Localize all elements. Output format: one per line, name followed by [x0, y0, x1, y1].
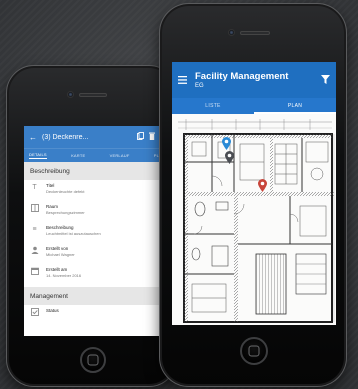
row-value: Michael Wagner	[46, 251, 75, 257]
app-title: Facility Management	[195, 70, 289, 82]
app-bar: ← (3) Deckenre... ×	[24, 126, 170, 148]
calendar-icon	[30, 267, 39, 276]
notes-icon: ≡	[32, 226, 37, 233]
detail-row-status[interactable]: Status	[24, 305, 170, 326]
earpiece-speaker	[240, 31, 270, 35]
front-camera	[67, 91, 74, 98]
row-value: Leuchtmittel ist auszutauschen	[46, 230, 101, 236]
detail-row-created-at[interactable]: Erstellt am 14. November 2016	[24, 264, 170, 285]
checkbox-icon	[30, 308, 39, 317]
detail-row-description[interactable]: ≡ Beschreibung Leuchtmittel ist auszutau…	[24, 222, 170, 243]
room-icon	[30, 204, 39, 213]
earpiece-speaker	[79, 93, 107, 97]
app-bar: Facility Management EG	[172, 62, 336, 98]
view-tabs: LISTE PLAN	[172, 98, 336, 114]
tab-details[interactable]: DETAILS	[29, 152, 47, 159]
detail-row-title[interactable]: T Titel Deckenleuchte defekt	[24, 180, 170, 201]
section-header-management: Management	[24, 287, 170, 305]
row-value: Besprechungszimmer	[46, 209, 85, 215]
back-phone: ← (3) Deckenre... × DETAILS KARTE VERLAU…	[6, 65, 177, 387]
back-arrow-icon[interactable]: ←	[29, 133, 37, 142]
floor-plan-drawing	[178, 119, 335, 323]
issue-pin-dark[interactable]	[225, 151, 234, 164]
floor-plan[interactable]	[172, 114, 336, 325]
menu-icon[interactable]	[178, 71, 187, 89]
detail-row-created-by[interactable]: Erstellt von Michael Wagner	[24, 243, 170, 264]
row-value: Deckenleuchte defekt	[46, 188, 85, 194]
delete-icon[interactable]	[149, 132, 156, 142]
home-button[interactable]	[240, 337, 268, 365]
detail-tabs: DETAILS KARTE VERLAUF PLAN	[24, 148, 170, 162]
tab-plan[interactable]: PLAN	[254, 98, 336, 114]
detail-row-room[interactable]: Raum Besprechungszimmer	[24, 201, 170, 222]
issue-pin-red[interactable]	[258, 179, 267, 192]
front-phone: Facility Management EG LISTE PLAN	[159, 3, 347, 387]
floor-subtitle: EG	[195, 82, 204, 89]
section-header-description: Beschreibung	[24, 162, 170, 180]
row-label: Status	[46, 308, 59, 313]
tab-history[interactable]: VERLAUF	[110, 153, 130, 158]
filter-icon[interactable]	[321, 71, 330, 89]
back-screen: ← (3) Deckenre... × DETAILS KARTE VERLAU…	[24, 126, 170, 336]
row-value: 14. November 2016	[46, 272, 82, 278]
front-screen: Facility Management EG LISTE PLAN	[172, 62, 336, 325]
front-camera	[228, 29, 235, 36]
person-icon	[30, 246, 39, 255]
home-button[interactable]	[80, 347, 106, 373]
issue-pin-blue[interactable]	[222, 137, 231, 150]
app-bar-title: (3) Deckenre...	[42, 133, 89, 141]
text-icon: T	[32, 184, 37, 191]
copy-icon[interactable]	[137, 132, 145, 142]
tab-map[interactable]: KARTE	[71, 153, 85, 158]
tab-list[interactable]: LISTE	[172, 98, 254, 114]
